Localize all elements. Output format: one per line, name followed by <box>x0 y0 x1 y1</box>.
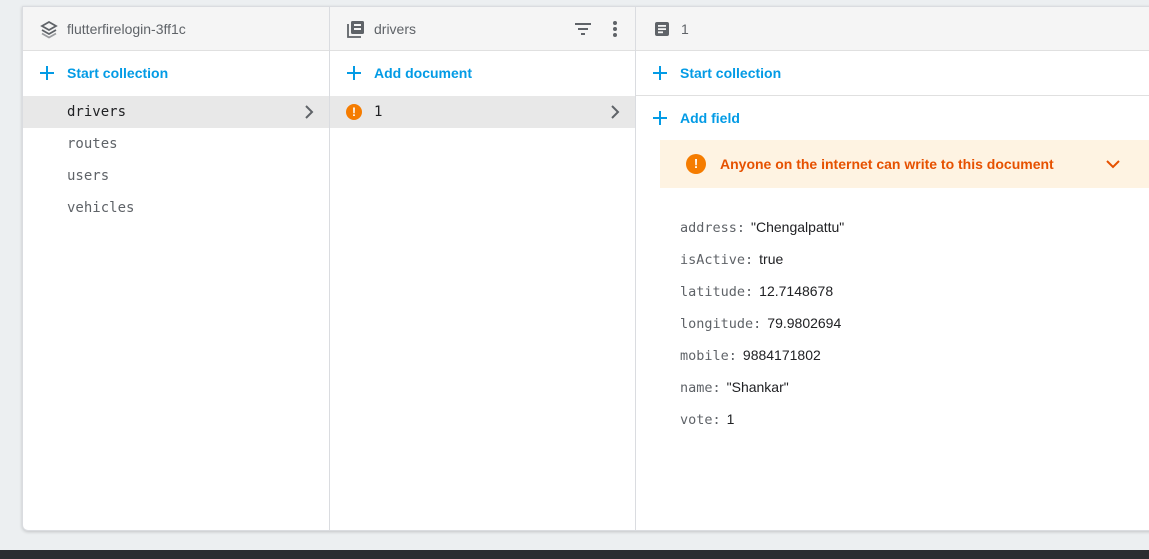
firestore-stack-icon <box>40 20 58 39</box>
collection-item-routes[interactable]: routes <box>23 128 329 160</box>
field-value: 9884171802 <box>742 347 821 363</box>
field-value: 79.9802694 <box>767 315 842 331</box>
collection-item-label: vehicles <box>67 200 135 216</box>
field-row[interactable]: isActive: true <box>680 251 844 283</box>
document-column-header: 1 <box>636 7 1149 51</box>
field-value: true <box>759 251 784 267</box>
collection-item-label: users <box>67 168 110 184</box>
field-row[interactable]: vote: 1 <box>680 411 844 443</box>
chevron-right-icon <box>611 105 620 119</box>
add-document-label: Add document <box>374 65 472 81</box>
document-id: 1 <box>374 104 383 120</box>
more-vert-icon[interactable] <box>1141 19 1149 39</box>
start-subcollection-button[interactable]: Start collection <box>636 51 1149 96</box>
field-key: isActive: <box>680 252 754 268</box>
field-key: mobile: <box>680 348 737 364</box>
field-list: address: "Chengalpattu" isActive: true latit… <box>680 219 844 443</box>
field-key: longitude: <box>680 316 762 332</box>
chevron-down-icon[interactable] <box>1105 156 1121 172</box>
collection-item-drivers[interactable]: drivers <box>23 96 329 128</box>
field-value: "Chengalpattu" <box>751 219 845 235</box>
start-collection-label: Start collection <box>67 65 169 81</box>
field-value: 12.7148678 <box>759 283 834 299</box>
collection-item-label: routes <box>67 136 118 152</box>
start-collection-button[interactable]: Start collection <box>23 51 329 96</box>
plus-icon <box>653 66 667 80</box>
collection-title: drivers <box>374 21 417 37</box>
warning-icon: ! <box>346 104 362 120</box>
add-field-label: Add field <box>680 110 740 126</box>
collection-item-users[interactable]: users <box>23 160 329 192</box>
field-row[interactable]: longitude: 79.9802694 <box>680 315 844 347</box>
project-title: flutterfirelogin-3ff1c <box>67 21 186 37</box>
taskbar <box>0 550 1149 559</box>
root-column-header: flutterfirelogin-3ff1c <box>23 7 329 51</box>
field-row[interactable]: name: "Shankar" <box>680 379 844 411</box>
start-collection-label: Start collection <box>680 65 782 81</box>
plus-icon <box>40 66 54 80</box>
filter-icon[interactable] <box>573 19 593 39</box>
collection-column: drivers Add document ! 1 <box>330 7 636 530</box>
firestore-data-panel: flutterfirelogin-3ff1c Start collection … <box>22 6 1149 531</box>
add-field-button[interactable]: Add field <box>636 96 1149 141</box>
field-value: "Shankar" <box>726 379 789 395</box>
field-key: address: <box>680 220 746 236</box>
plus-icon <box>653 111 667 125</box>
field-key: name: <box>680 380 721 396</box>
field-key: latitude: <box>680 284 754 300</box>
document-column: 1 Start collection Add field ! Anyone on… <box>636 7 1149 530</box>
document-item[interactable]: ! 1 <box>330 96 635 128</box>
field-row[interactable]: mobile: 9884171802 <box>680 347 844 379</box>
field-row[interactable]: address: "Chengalpattu" <box>680 219 844 251</box>
chevron-right-icon <box>305 105 314 119</box>
more-vert-icon[interactable] <box>605 19 625 39</box>
plus-icon <box>347 66 361 80</box>
document-title: 1 <box>681 21 689 37</box>
security-warning-banner[interactable]: ! Anyone on the internet can write to th… <box>660 140 1149 188</box>
add-document-button[interactable]: Add document <box>330 51 635 96</box>
field-key: vote: <box>680 412 721 428</box>
collection-list: drivers routes users vehicles <box>23 96 329 224</box>
collection-icon <box>347 21 364 38</box>
warning-text: Anyone on the internet can write to this… <box>720 156 1054 172</box>
field-row[interactable]: latitude: 12.7148678 <box>680 283 844 315</box>
field-value: 1 <box>726 411 735 427</box>
collection-item-label: drivers <box>67 104 127 120</box>
root-column: flutterfirelogin-3ff1c Start collection … <box>23 7 330 530</box>
warning-icon: ! <box>686 154 706 174</box>
collection-column-header: drivers <box>330 7 635 51</box>
document-icon <box>655 22 669 36</box>
collection-item-vehicles[interactable]: vehicles <box>23 192 329 224</box>
